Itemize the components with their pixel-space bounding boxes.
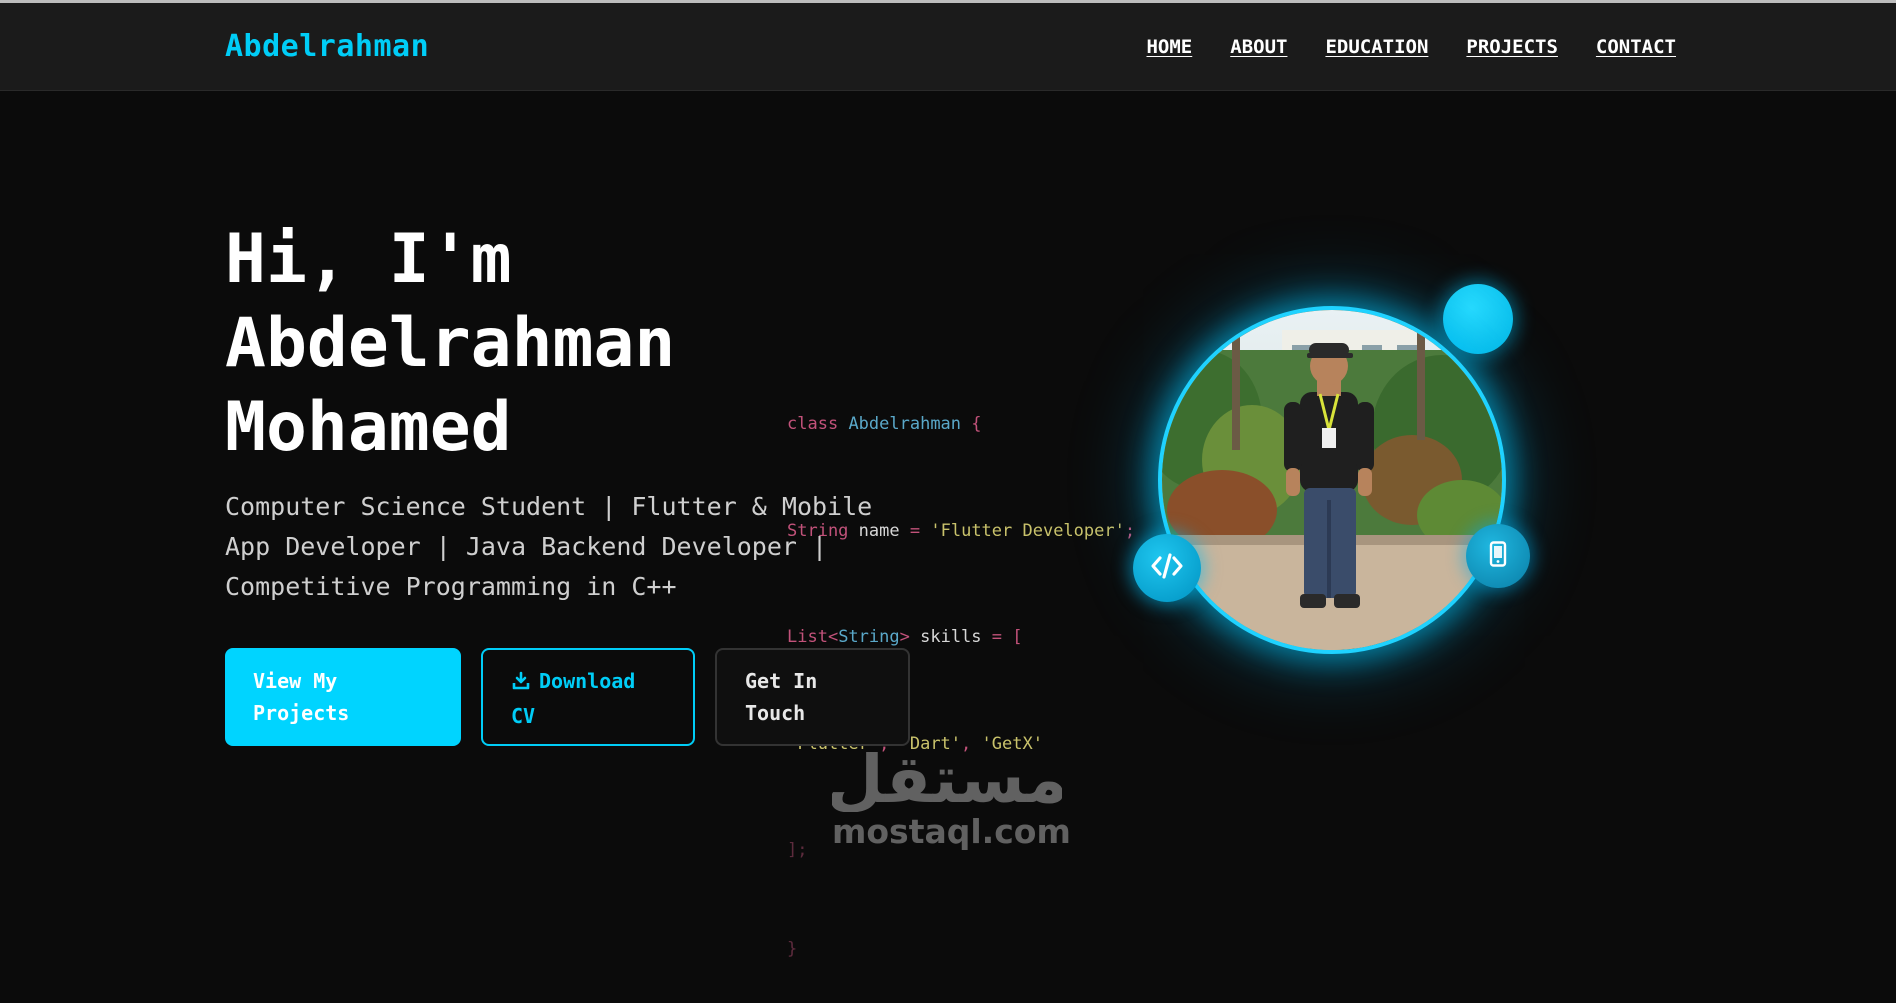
nav-link-home[interactable]: HOME (1146, 36, 1192, 58)
profile-photo (1158, 306, 1506, 654)
watermark-latin: mostaql.com (832, 812, 1071, 851)
code-punctuation: } (787, 938, 798, 959)
download-icon (511, 668, 531, 700)
mobile-badge (1466, 524, 1530, 588)
nav-links: HOME ABOUT EDUCATION PROJECTS CONTACT (1146, 36, 1676, 58)
mobile-phone-icon (1489, 541, 1507, 571)
code-punctuation: ; (1124, 520, 1136, 541)
code-punctuation: { (971, 414, 982, 434)
brand-logo[interactable]: Abdelrahman (225, 29, 429, 64)
profile-photo-illustration (1162, 310, 1502, 650)
get-in-touch-button[interactable]: Get In Touch (715, 648, 910, 746)
code-punctuation: = [ (991, 627, 1023, 647)
code-icon (1150, 552, 1184, 584)
navbar: Abdelrahman HOME ABOUT EDUCATION PROJECT… (0, 3, 1896, 91)
code-keyword: class (787, 414, 839, 434)
watermark-logo: مستقل (826, 741, 1067, 818)
view-projects-button[interactable]: View My Projects (225, 648, 461, 746)
code-class-name: String (838, 627, 900, 647)
code-line: } (787, 932, 1135, 968)
code-type: List< (787, 627, 839, 647)
code-string: 'Flutter Developer' (930, 520, 1125, 541)
decorative-bubble (1443, 284, 1513, 354)
code-variable: skills (920, 627, 982, 647)
code-line: class Abdelrahman { (787, 407, 1135, 443)
nav-link-contact[interactable]: CONTACT (1596, 36, 1676, 58)
code-class-name: Abdelrahman (848, 414, 962, 434)
code-punctuation: ]; (787, 840, 808, 860)
watermark-arabic: مستقل (832, 741, 1062, 812)
code-punctuation: > (899, 627, 910, 647)
hero-subtitle: Computer Science Student | Flutter & Mob… (225, 492, 873, 601)
nav-link-projects[interactable]: PROJECTS (1466, 36, 1558, 58)
nav-link-education[interactable]: EDUCATION (1325, 36, 1428, 58)
download-cv-button[interactable]: Download CV (481, 648, 695, 746)
watermark: مستقل mostaql.com (826, 740, 1071, 851)
hero-title-line: Hi, I'm (225, 220, 512, 299)
code-badge (1133, 534, 1201, 602)
nav-link-about[interactable]: ABOUT (1230, 36, 1287, 58)
